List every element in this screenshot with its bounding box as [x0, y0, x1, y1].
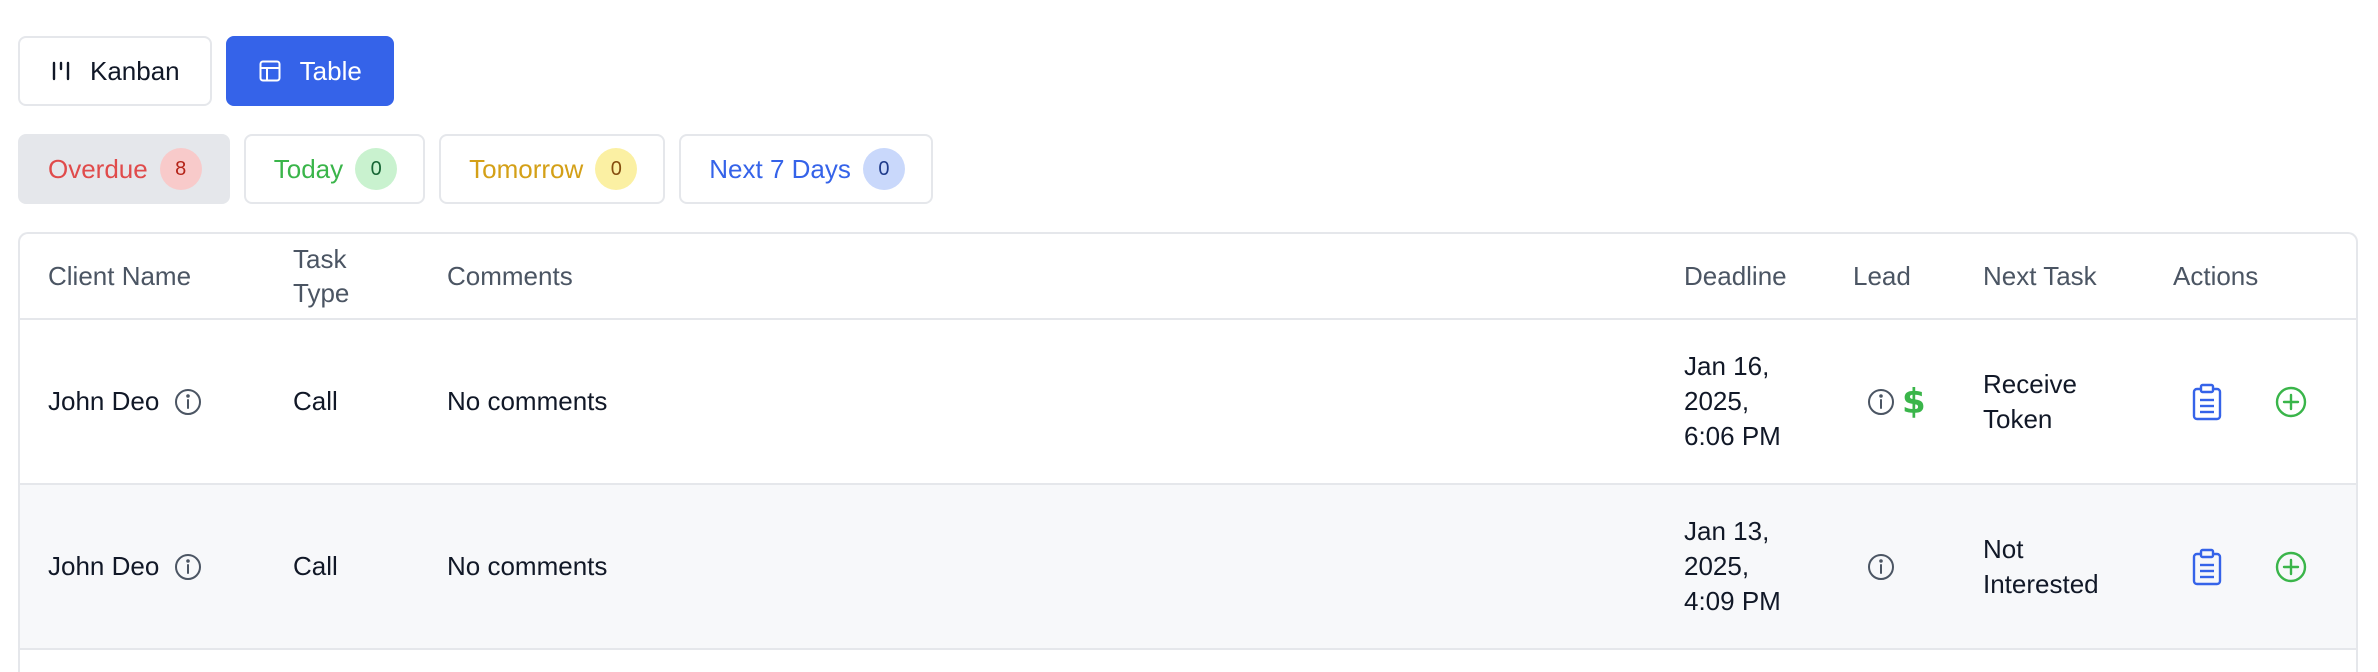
- info-icon[interactable]: [1866, 387, 1896, 417]
- kanban-icon: [50, 60, 72, 82]
- next-task: Receive Token: [1983, 320, 2133, 483]
- count-badge: 0: [355, 148, 398, 190]
- task-type: Call: [293, 551, 338, 581]
- table-row: John Deo Call No comments Jan 16, 2025, …: [20, 320, 2356, 485]
- count-badge: 0: [595, 148, 638, 190]
- table-view-button[interactable]: Table: [225, 36, 394, 106]
- table-label: Table: [299, 55, 362, 86]
- info-icon[interactable]: [173, 552, 203, 582]
- dollar-icon[interactable]: $: [1902, 385, 1926, 419]
- deadline-text: Jan 13, 2025, 4:09 PM: [1684, 516, 1781, 616]
- actions-cell: [2190, 485, 2308, 648]
- plus-circle-icon[interactable]: [2274, 385, 2308, 419]
- header-actions: Actions: [2173, 261, 2259, 291]
- count-badge: 0: [862, 148, 905, 190]
- next-task: Not Interested: [1983, 485, 2133, 648]
- client-cell: John Deo: [48, 320, 203, 483]
- filter-overdue[interactable]: Overdue 8: [18, 134, 230, 204]
- filter-label: Tomorrow: [469, 153, 584, 184]
- header-comments: Comments: [447, 261, 573, 291]
- lead-cell: [1866, 485, 1896, 648]
- client-name: John Deo: [48, 386, 160, 416]
- next-task-text: Not Interested: [1983, 533, 2099, 599]
- kanban-view-button[interactable]: Kanban: [18, 36, 212, 106]
- header-deadline: Deadline: [1684, 261, 1787, 291]
- comments: No comments: [447, 386, 608, 416]
- tasks-table: Client Name Task Type Comments Deadline …: [18, 232, 2358, 672]
- filter-tomorrow[interactable]: Tomorrow 0: [439, 134, 666, 204]
- filter-label: Today: [273, 153, 344, 184]
- header-lead: Lead: [1853, 261, 1911, 291]
- view-toggle: Kanban Table: [18, 36, 394, 106]
- table-header: Client Name Task Type Comments Deadline …: [20, 234, 2356, 320]
- filter-label: Overdue: [48, 153, 148, 184]
- client-name: John Deo: [48, 551, 160, 581]
- table-icon: [258, 59, 282, 83]
- plus-circle-icon[interactable]: [2274, 550, 2308, 584]
- count-badge: 8: [159, 148, 202, 190]
- header-client-name: Client Name: [48, 261, 192, 291]
- filter-today[interactable]: Today 0: [243, 134, 426, 204]
- lead-cell: $: [1866, 320, 1926, 483]
- info-icon[interactable]: [1866, 552, 1896, 582]
- comments: No comments: [447, 551, 608, 581]
- next-task-text: Receive Token: [1983, 368, 2077, 434]
- clipboard-icon[interactable]: [2190, 383, 2224, 421]
- deadline-text: Jan 16, 2025, 6:06 PM: [1684, 351, 1781, 451]
- info-icon[interactable]: [173, 387, 203, 417]
- header-next-task: Next Task: [1983, 261, 2097, 291]
- filter-label: Next 7 Days: [709, 153, 851, 184]
- kanban-label: Kanban: [90, 55, 180, 86]
- deadline: Jan 16, 2025, 6:06 PM: [1684, 320, 1814, 483]
- client-cell: John Deo: [48, 485, 203, 648]
- deadline: Jan 13, 2025, 4:09 PM: [1684, 485, 1814, 648]
- task-type: Call: [293, 386, 338, 416]
- header-task-type: Task Type: [293, 244, 350, 308]
- table-row: John Deo Call No comments Jan 13, 2025, …: [20, 485, 2356, 650]
- actions-cell: [2190, 320, 2308, 483]
- deadline-filters: Overdue 8 Today 0 Tomorrow 0 Next 7 Days…: [18, 134, 933, 204]
- clipboard-icon[interactable]: [2190, 548, 2224, 586]
- filter-next-7-days[interactable]: Next 7 Days 0: [679, 134, 933, 204]
